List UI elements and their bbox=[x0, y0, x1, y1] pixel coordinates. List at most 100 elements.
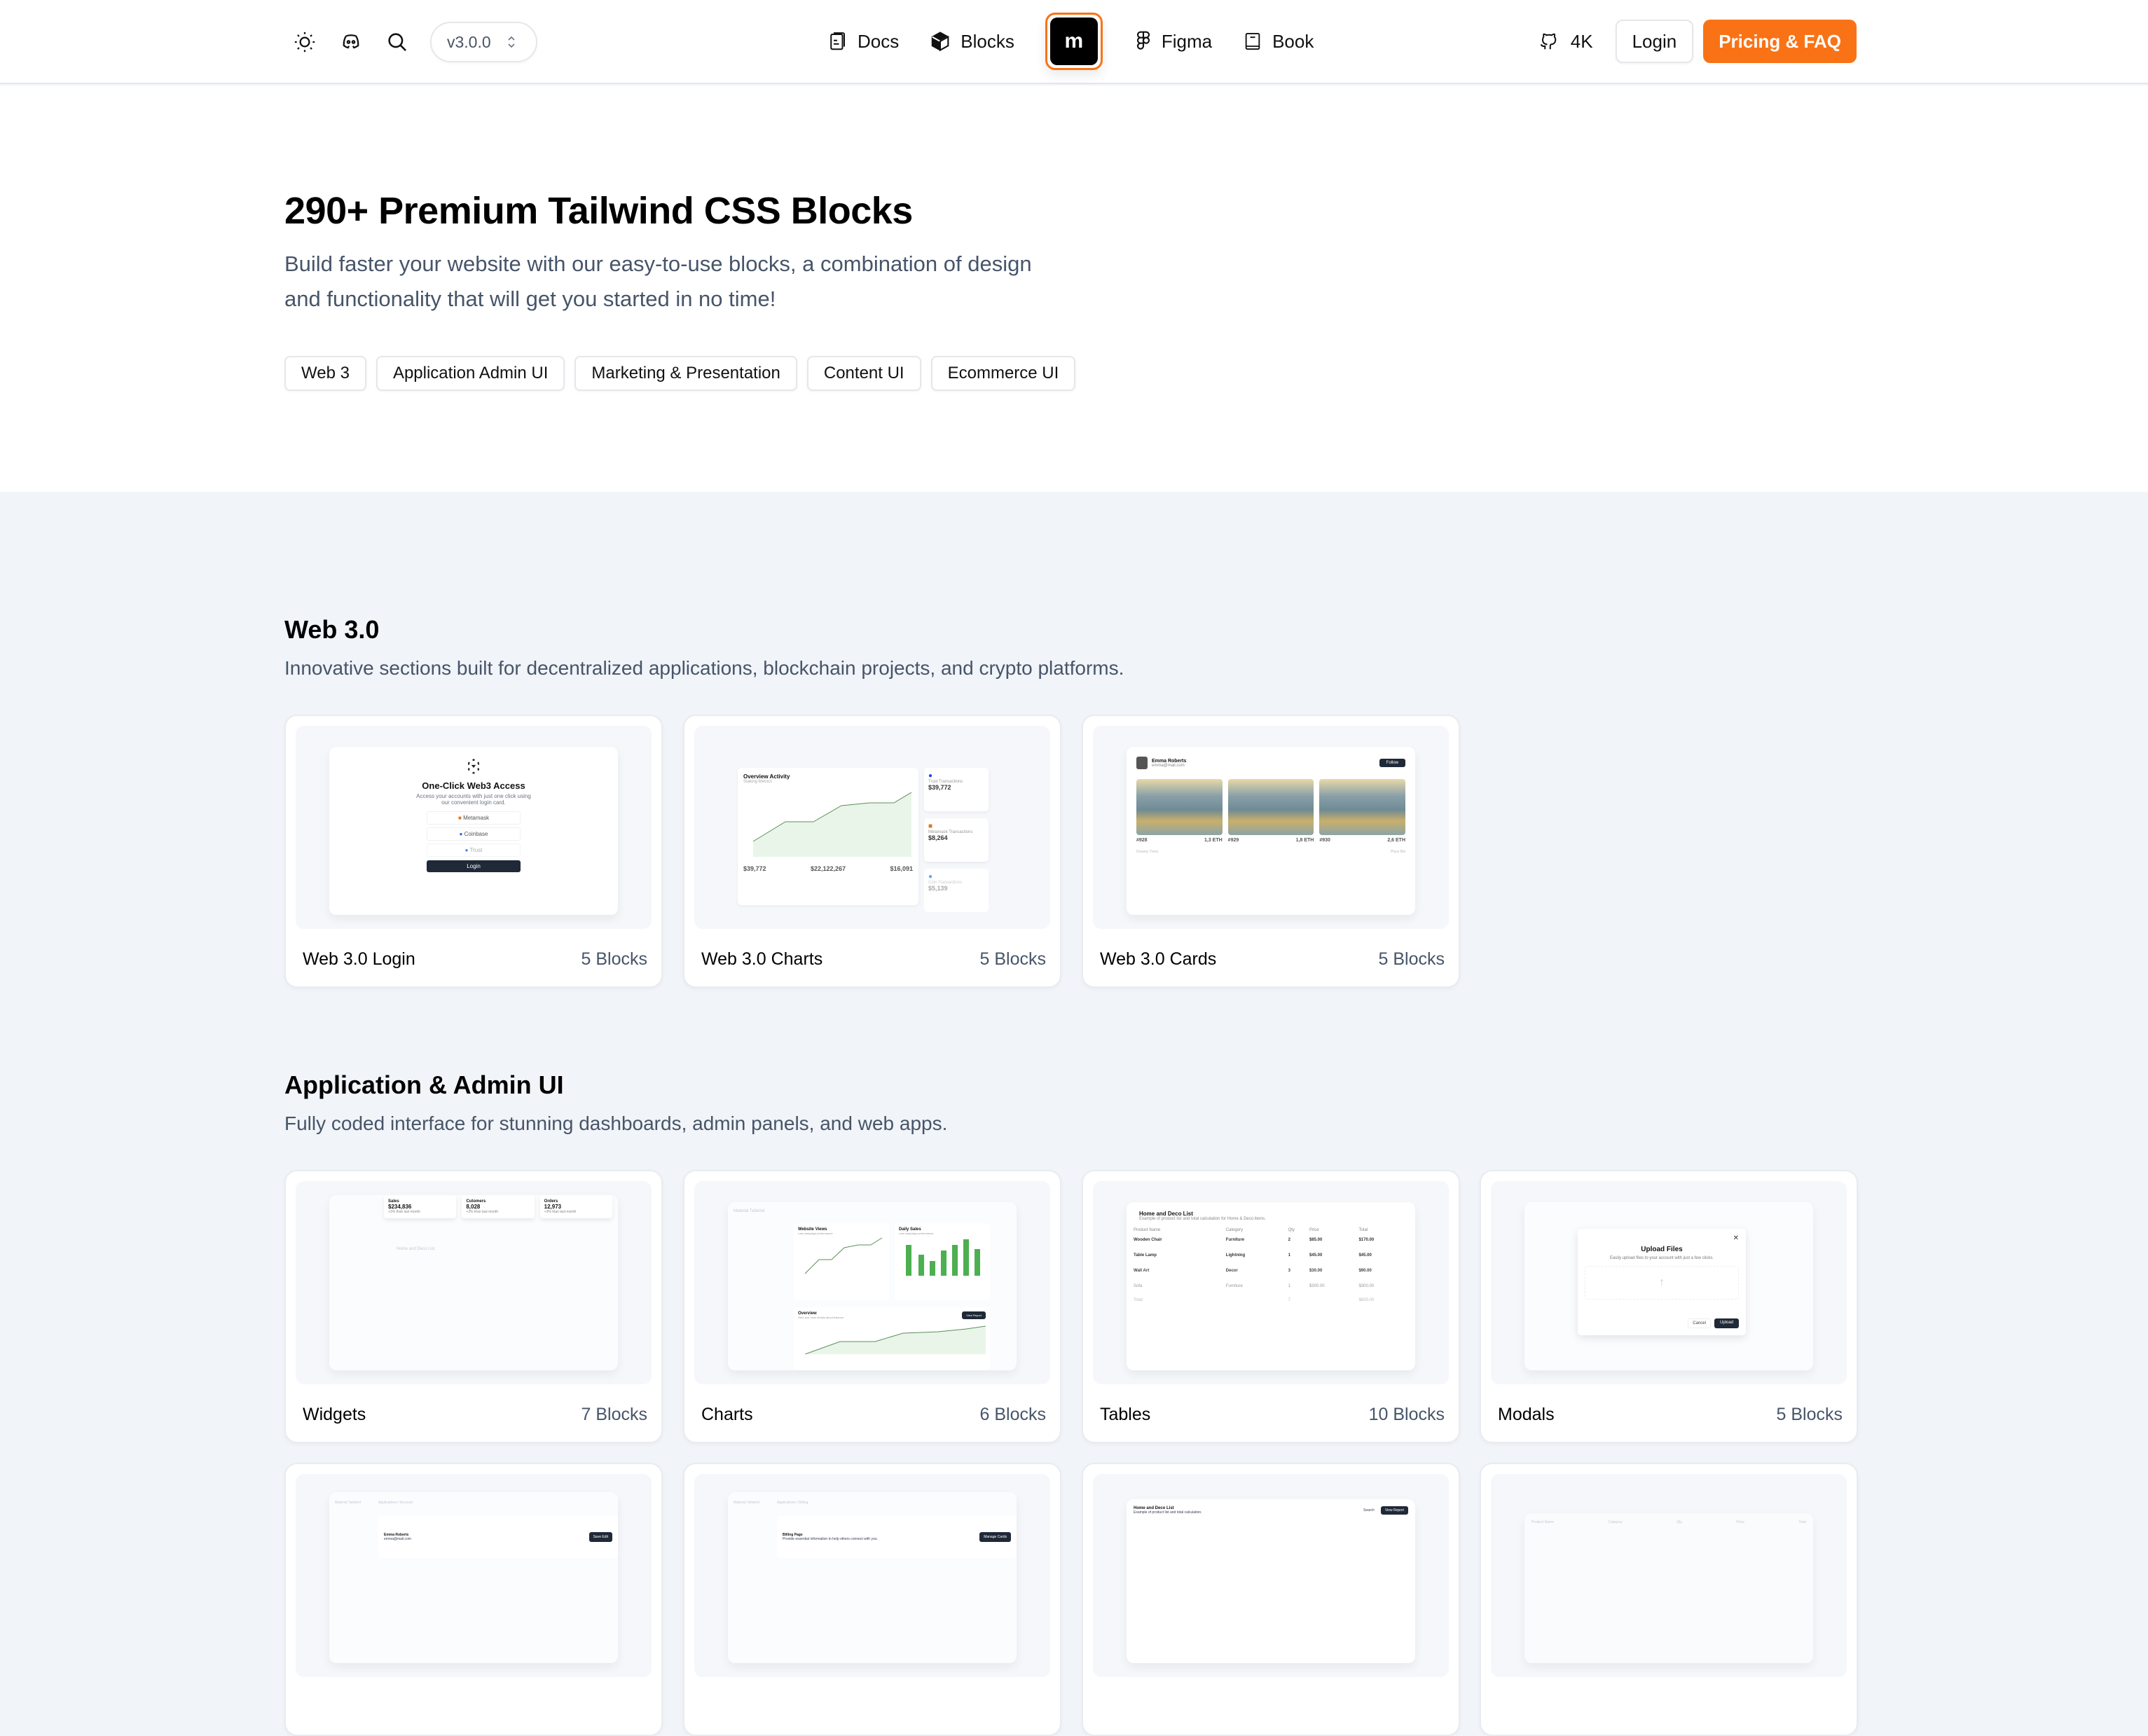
cell: Furniture bbox=[1225, 1284, 1243, 1288]
chip-application-admin-ui[interactable]: Application Admin UI bbox=[376, 356, 565, 391]
card-block-count: 5 Blocks bbox=[1378, 949, 1445, 969]
profile-name: Emma Roberts bbox=[1152, 758, 1187, 764]
chip-ecommerce-ui[interactable]: Ecommerce UI bbox=[930, 356, 1076, 391]
stat-current-price: $16,091 bbox=[890, 865, 913, 872]
search-input: Search bbox=[1363, 1508, 1375, 1513]
card-label: Modals bbox=[1498, 1405, 1555, 1424]
card-preview: Overview Activity Staking Metrics $39,77… bbox=[694, 726, 1050, 929]
web3-logo-icon bbox=[467, 759, 480, 774]
cube-icon bbox=[932, 32, 949, 52]
modal-title: Upload Files bbox=[1641, 1246, 1683, 1253]
card-block-count: 5 Blocks bbox=[1776, 1405, 1843, 1424]
stat-24h-volume: $22,122,267 bbox=[810, 865, 846, 872]
sun-icon bbox=[294, 32, 315, 53]
block-card-web3-charts[interactable]: Overview Activity Staking Metrics $39,77… bbox=[683, 715, 1061, 988]
widget-value: 12,973 bbox=[544, 1204, 562, 1210]
collection-name: Dreamy Trees bbox=[1136, 850, 1159, 854]
brand-logo[interactable]: m bbox=[1045, 13, 1103, 70]
widget-note: +3% than last month bbox=[466, 1210, 499, 1214]
card-block-count: 5 Blocks bbox=[581, 949, 647, 969]
close-icon: ✕ bbox=[1733, 1234, 1739, 1242]
trust-icon: ● bbox=[928, 772, 933, 780]
card-preview: Material Tailwind Website Views Last camp… bbox=[694, 1181, 1050, 1384]
cell: 1 bbox=[1288, 1284, 1290, 1288]
block-card-widgets[interactable]: Sales $234,836 +3% than last month Cutomer… bbox=[284, 1170, 663, 1443]
table-total-row: Total: 7 $605.00 bbox=[1134, 1294, 1408, 1307]
chip-content-ui[interactable]: Content UI bbox=[806, 356, 921, 391]
block-card-partial-account[interactable]: Material Tailwind Applications / Account… bbox=[284, 1463, 663, 1736]
fox-icon: ■ bbox=[458, 815, 462, 821]
nav-book[interactable]: Book bbox=[1243, 30, 1314, 53]
panel-title: Overview Activity bbox=[743, 773, 790, 780]
book-icon bbox=[1245, 32, 1260, 50]
table-row: Wall Art Decor 3 $30.00 $90.00 bbox=[1134, 1263, 1408, 1279]
faded-brand: Material Tailwind bbox=[335, 1501, 361, 1505]
card-block-count: 7 Blocks bbox=[581, 1405, 647, 1424]
block-card-web3-login[interactable]: One-Click Web3 Access Access your accoun… bbox=[284, 715, 663, 988]
area-chart bbox=[804, 1325, 986, 1355]
version-select[interactable]: v3.0.0 bbox=[430, 22, 537, 62]
category-chips: Web 3 Application Admin UI Marketing & P… bbox=[284, 356, 1076, 391]
block-card-partial-table[interactable]: Product Name Category Qty Price Total bbox=[1480, 1463, 1858, 1736]
nft-grid: #928 1,3 ETH #929 1,8 ETH #930 2,6 ETH bbox=[1136, 779, 1406, 843]
nft-id: #928 bbox=[1136, 838, 1148, 843]
preview-text: Access your accounts with just one click… bbox=[416, 793, 531, 806]
discord-button[interactable] bbox=[338, 29, 364, 55]
section-title-admin-ui: Application & Admin UI bbox=[284, 1070, 564, 1099]
nft-footer: Dreamy Trees Place Bid bbox=[1136, 850, 1405, 854]
block-card-charts[interactable]: Material Tailwind Website Views Last camp… bbox=[683, 1170, 1061, 1443]
nft-image bbox=[1319, 779, 1406, 835]
nft-price: 2,6 ETH bbox=[1387, 838, 1406, 843]
cell: Wooden Chair bbox=[1134, 1238, 1162, 1242]
nft-price: 1,8 ETH bbox=[1295, 838, 1314, 843]
chip-web3[interactable]: Web 3 bbox=[284, 356, 366, 391]
nav-blocks[interactable]: Blocks bbox=[930, 30, 1014, 53]
nft-image bbox=[1227, 779, 1314, 835]
nav-docs[interactable]: Docs bbox=[827, 30, 899, 53]
chip-marketing-presentation[interactable]: Marketing & Presentation bbox=[574, 356, 797, 391]
figma-icon bbox=[1136, 31, 1150, 50]
card-preview: Sales $234,836 +3% than last month Cutomer… bbox=[296, 1181, 652, 1384]
card-label: Tables bbox=[1100, 1405, 1151, 1424]
view-report-button: View Report bbox=[962, 1311, 986, 1319]
modal-text: Easily upload files to your account with… bbox=[1609, 1256, 1714, 1260]
github-link[interactable]: 4K bbox=[1537, 30, 1593, 53]
column-header: Total bbox=[1798, 1520, 1806, 1524]
chevron-up-down-icon bbox=[508, 36, 515, 48]
cell: $170.00 bbox=[1358, 1238, 1375, 1242]
github-stars: 4K bbox=[1570, 30, 1593, 52]
card-block-count: 5 Blocks bbox=[979, 949, 1046, 969]
follow-button: Follow bbox=[1379, 759, 1405, 767]
column-header: Qty bbox=[1677, 1520, 1683, 1524]
search-button[interactable] bbox=[384, 29, 411, 55]
cell: 3 bbox=[1288, 1269, 1290, 1273]
block-card-modals[interactable]: ✕ Upload Files Easily upload files to yo… bbox=[1480, 1170, 1858, 1443]
card-block-count: 6 Blocks bbox=[979, 1405, 1046, 1424]
nav-blocks-label: Blocks bbox=[961, 30, 1014, 52]
side-value: $5,139 bbox=[928, 885, 948, 892]
block-card-tables[interactable]: Home and Deco List Example of product li… bbox=[1082, 1170, 1460, 1443]
pricing-faq-button[interactable]: Pricing & FAQ bbox=[1703, 20, 1857, 63]
theme-toggle-button[interactable] bbox=[291, 29, 318, 55]
nav-figma[interactable]: Figma bbox=[1135, 30, 1212, 53]
nft-item: #929 1,8 ETH bbox=[1227, 779, 1314, 843]
cancel-button: Cancel bbox=[1688, 1318, 1711, 1328]
block-card-partial-table-search[interactable]: Home and Deco List Example of product lis… bbox=[1082, 1463, 1460, 1736]
cell: Total: bbox=[1134, 1298, 1144, 1302]
cell: $30.00 bbox=[1309, 1269, 1323, 1273]
cell: Table Lamp bbox=[1134, 1253, 1157, 1258]
docs-icon bbox=[830, 32, 845, 50]
block-card-web3-cards[interactable]: Emma Roberts emma@mail.com Follow #928 1,3… bbox=[1082, 715, 1460, 988]
preview-table-search: Home and Deco List Example of product lis… bbox=[1127, 1499, 1415, 1663]
block-card-partial-billing[interactable]: Material Tailwind Applications / Billing… bbox=[683, 1463, 1061, 1736]
side-value: $39,772 bbox=[928, 784, 951, 791]
faded-list-title: Home and Deco List bbox=[397, 1247, 435, 1251]
login-button[interactable]: Login bbox=[1615, 20, 1694, 63]
stats-row: $39,772 $22,122,267 $16,091 bbox=[743, 865, 913, 872]
side-value: $8,264 bbox=[928, 834, 948, 841]
faded-brand: Material Tailwind bbox=[734, 1501, 759, 1505]
hero-title: 290+ Premium Tailwind CSS Blocks bbox=[284, 190, 913, 232]
fox-icon: ■ bbox=[928, 822, 933, 830]
cell: $45.00 bbox=[1358, 1253, 1372, 1258]
upload-button: Upload bbox=[1714, 1318, 1739, 1328]
